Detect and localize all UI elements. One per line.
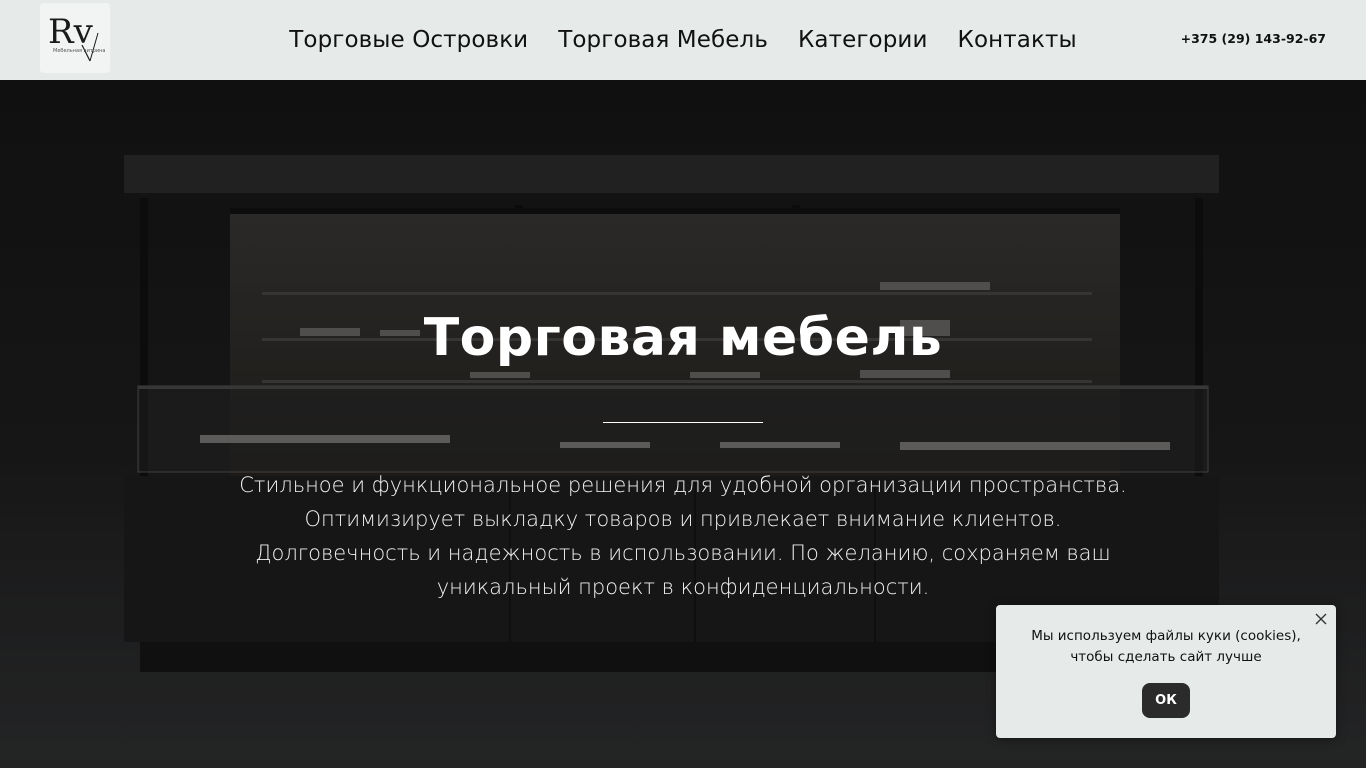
cookie-ok-button[interactable]: ОК — [1142, 683, 1190, 718]
cookie-message: Мы используем файлы куки (cookies), чтоб… — [1016, 626, 1316, 668]
hero-description-line: уникальный проект в конфиденциальности. — [436, 575, 930, 599]
hero-description-line: Стильное и функциональное решения для уд… — [239, 473, 1127, 497]
hero-divider — [603, 422, 763, 423]
cookie-message-line: Мы используем файлы куки (cookies), — [1031, 628, 1301, 644]
hero-description-line: Оптимизирует выкладку товаров и привлека… — [304, 507, 1062, 531]
site-header: Rv Мебельная витрина Торговые Островки Т… — [0, 0, 1366, 80]
nav-item-trade-islands[interactable]: Торговые Островки — [289, 27, 528, 53]
svg-text:Мебельная витрина: Мебельная витрина — [53, 48, 106, 54]
logo[interactable]: Rv Мебельная витрина — [40, 3, 110, 73]
hero-description-line: Долговечность и надежность в использован… — [255, 541, 1111, 565]
hero-description: Стильное и функциональное решения для уд… — [233, 468, 1133, 604]
logo-mark: Rv Мебельная витрина — [48, 12, 106, 62]
close-icon[interactable] — [1314, 612, 1328, 626]
hero-title: Торговая мебель — [423, 308, 943, 368]
cookie-message-line: чтобы сделать сайт лучше — [1070, 649, 1262, 665]
cookie-banner: Мы используем файлы куки (cookies), чтоб… — [996, 605, 1336, 738]
phone-link[interactable]: +375 (29) 143-92-67 — [1181, 31, 1326, 46]
svg-text:Rv: Rv — [48, 12, 94, 52]
main-nav: Торговые Островки Торговая Мебель Катего… — [0, 0, 1366, 80]
nav-item-trade-furniture[interactable]: Торговая Мебель — [558, 27, 768, 53]
nav-item-contacts[interactable]: Контакты — [958, 27, 1077, 53]
nav-item-categories[interactable]: Категории — [798, 27, 928, 53]
